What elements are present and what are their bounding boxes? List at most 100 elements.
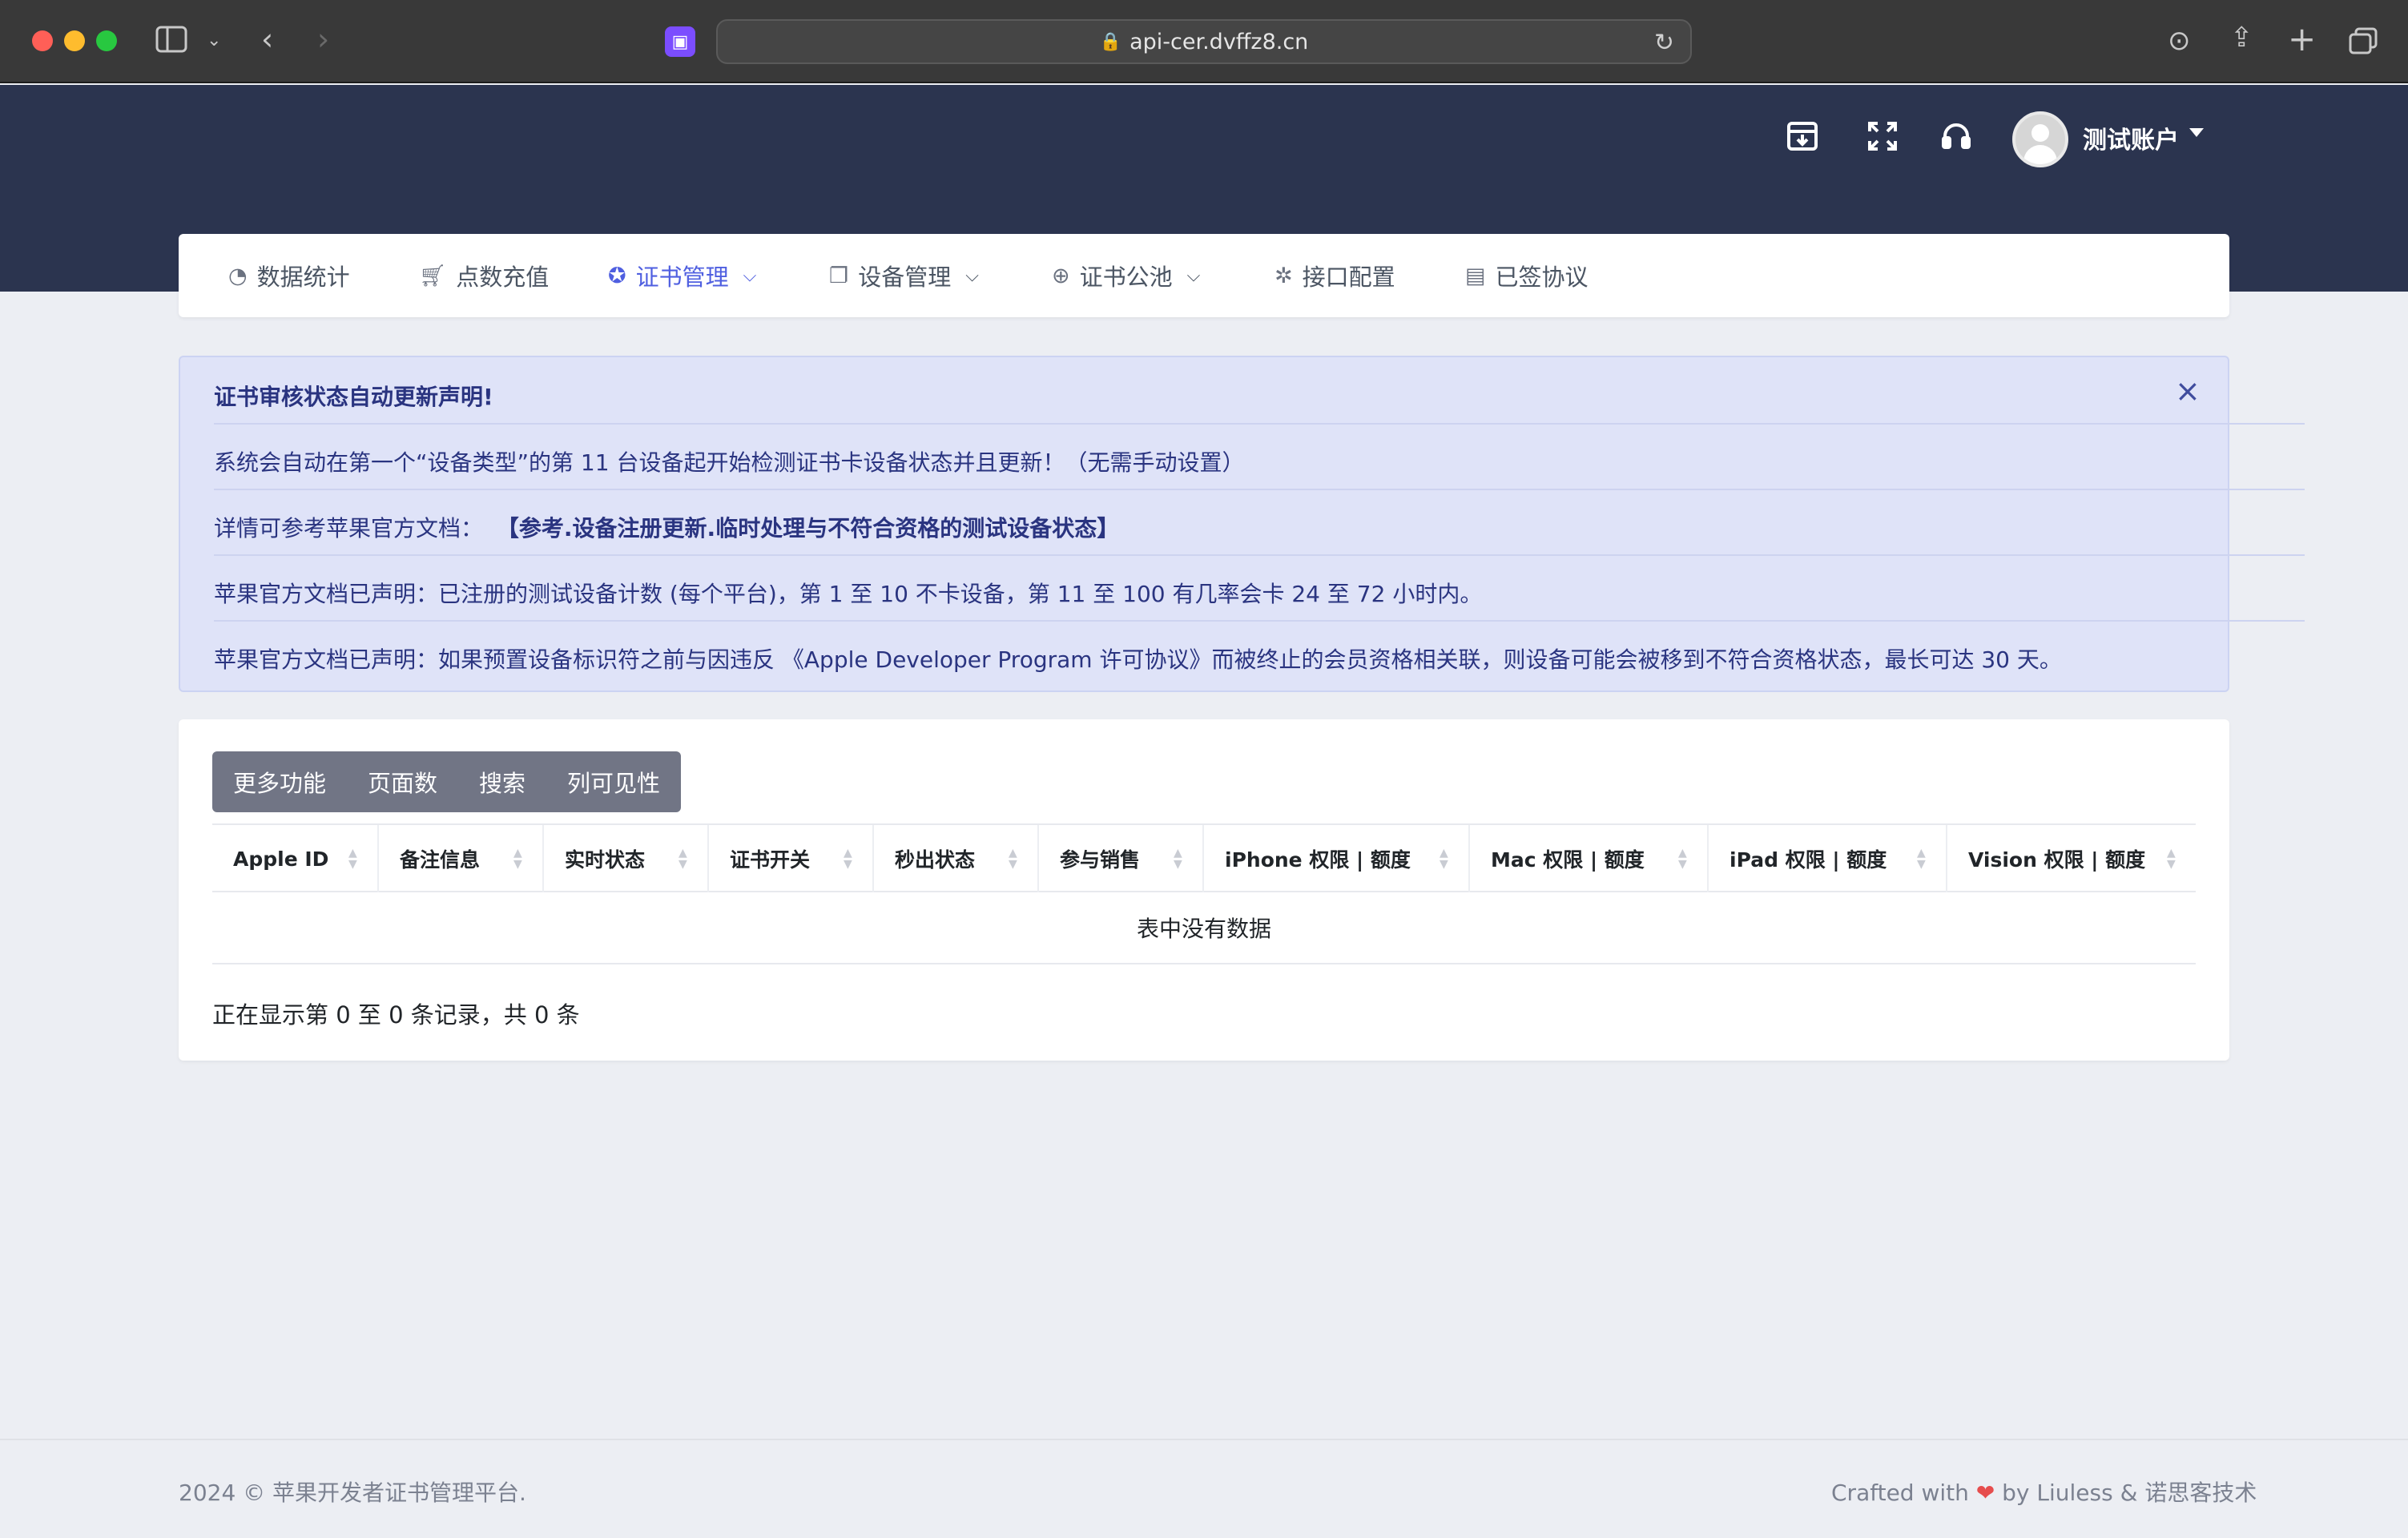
nav-item-label: 接口配置: [1302, 264, 1395, 291]
nav-item-agreements[interactable]: ▤ 已签协议: [1465, 234, 1589, 317]
cart-icon: 🛒︎: [419, 264, 447, 288]
sort-icon: ▲ ▼: [1917, 847, 1926, 871]
avatar[interactable]: [2012, 111, 2068, 167]
more-functions-button[interactable]: 更多功能: [212, 751, 347, 812]
nav-item-label: 设备管理: [858, 264, 952, 291]
username-label[interactable]: 测试账户: [2083, 120, 2179, 155]
close-icon[interactable]: ×: [2175, 373, 2201, 409]
apple-docs-link[interactable]: 【参考.设备注册更新.临时处理与不符合资格的测试设备状态】: [497, 515, 1119, 542]
column-header-instant-status[interactable]: 秒出状态 ▲ ▼: [874, 825, 1039, 892]
tabs-icon[interactable]: [2349, 27, 2378, 58]
page-length-button[interactable]: 页面数: [347, 751, 458, 812]
column-header-sales[interactable]: 参与销售 ▲ ▼: [1039, 825, 1204, 892]
footer-copyright: 2024 © 苹果开发者证书管理平台.: [179, 1480, 526, 1506]
nav-item-devices[interactable]: ❐ 设备管理 ⌵: [829, 234, 979, 317]
sidebar-icon[interactable]: [155, 26, 187, 58]
certificate-icon: ✪: [608, 263, 626, 288]
chevron-down-icon[interactable]: ⌄: [207, 32, 221, 50]
headset-icon[interactable]: [1940, 120, 1972, 158]
nav-item-label: 已签协议: [1495, 264, 1589, 291]
caret-down-icon[interactable]: [2189, 128, 2204, 137]
plus-circle-icon: ⊕: [1052, 263, 1070, 288]
column-header-cert-switch[interactable]: 证书开关 ▲ ▼: [709, 825, 874, 892]
column-label: Vision 权限 | 额度: [1968, 848, 2146, 872]
footer-divider: [0, 1439, 2408, 1440]
column-header-remark[interactable]: 备注信息 ▲ ▼: [379, 825, 544, 892]
column-header-live-status[interactable]: 实时状态 ▲ ▼: [544, 825, 709, 892]
sort-icon: ▲ ▼: [844, 847, 852, 871]
close-window-button[interactable]: [32, 30, 53, 51]
fullscreen-icon[interactable]: [1866, 120, 1899, 158]
alert-line: 详情可参考苹果官方文档： 【参考.设备注册更新.临时处理与不符合资格的测试设备状…: [214, 511, 1119, 543]
document-icon: ▤: [1465, 263, 1486, 288]
alert-line: 苹果官方文档已声明：已注册的测试设备计数 (每个平台)，第 1 至 10 不卡设…: [214, 581, 1483, 607]
divider: [214, 423, 2305, 425]
footer-credits: Crafted with ❤ by Liuless & 诺思客技术: [1831, 1476, 2257, 1508]
sort-icon: ▲ ▼: [1009, 847, 1017, 871]
empty-table-message: 表中没有数据: [212, 892, 2196, 964]
minimize-window-button[interactable]: [64, 30, 85, 51]
column-label: 实时状态: [565, 848, 646, 872]
nav-item-label: 证书公池: [1079, 264, 1173, 291]
notice-alert: 证书审核状态自动更新声明! 系统会自动在第一个“设备类型”的第 11 台设备起开…: [179, 356, 2305, 692]
nav-item-label: 数据统计: [256, 264, 350, 291]
search-button[interactable]: 搜索: [458, 751, 546, 812]
chart-pie-icon: ◔: [228, 263, 248, 288]
lock-icon: 🔒: [1099, 31, 1122, 52]
archive-icon[interactable]: [1786, 120, 1818, 158]
chevron-down-icon: ⌵: [965, 265, 979, 286]
nav-item-cert-pool[interactable]: ⊕ 证书公池 ⌵: [1052, 234, 1200, 317]
reload-icon[interactable]: ↻: [1654, 29, 1674, 57]
chevron-down-icon: ⌵: [1186, 265, 1201, 286]
nav-item-recharge[interactable]: 🛒︎ 点数充值: [419, 234, 549, 317]
nav-item-label: 证书管理: [635, 264, 729, 291]
table-header: Apple ID ▲ ▼ 备注信息 ▲ ▼ 实时状态 ▲ ▼ 证书开关 ▲ ▼ 秒出状态 ▲ ▼ 参…: [212, 823, 2196, 892]
divider: [214, 620, 2305, 622]
sort-icon: ▲ ▼: [1174, 847, 1182, 871]
divider: [214, 554, 2305, 556]
sort-icon: ▲ ▼: [2167, 847, 2176, 871]
puzzle-icon: ✲: [1274, 263, 1293, 288]
main-nav: ◔ 数据统计 🛒︎ 点数充值 ✪ 证书管理 ⌵ ❐ 设备管理 ⌵ ⊕ 证书公池 …: [179, 234, 2229, 317]
column-label: iPad 权限 | 额度: [1729, 848, 1887, 872]
alert-title: 证书审核状态自动更新声明!: [214, 384, 493, 410]
column-visibility-button[interactable]: 列可见性: [546, 751, 681, 812]
nav-item-label: 点数充值: [456, 264, 550, 291]
forward-icon[interactable]: ›: [317, 24, 329, 54]
url-text: 🔒 api-cer.dvffz8.cn: [718, 21, 1690, 62]
column-header-ipad[interactable]: iPad 权限 | 额度 ▲ ▼: [1709, 825, 1947, 892]
column-header-vision[interactable]: Vision 权限 | 额度 ▲ ▼: [1947, 825, 2196, 892]
footer-credits-suffix: by Liuless & 诺思客技术: [2002, 1480, 2257, 1506]
column-label: iPhone 权限 | 额度: [1225, 848, 1411, 872]
url-value: api-cer.dvffz8.cn: [1130, 29, 1309, 54]
extension-icon[interactable]: ▣: [665, 26, 695, 57]
column-header-apple-id[interactable]: Apple ID ▲ ▼: [212, 825, 379, 892]
column-label: 备注信息: [400, 848, 481, 872]
devices-icon: ❐: [829, 263, 849, 288]
share-icon[interactable]: ⇪: [2230, 24, 2253, 51]
sort-icon: ▲ ▼: [679, 847, 687, 871]
column-header-iphone[interactable]: iPhone 权限 | 额度 ▲ ▼: [1204, 825, 1470, 892]
divider: [214, 489, 2305, 490]
alert-line-prefix: 详情可参考苹果官方文档：: [214, 515, 484, 542]
nav-item-api-config[interactable]: ✲ 接口配置: [1274, 234, 1395, 317]
chevron-down-icon: ⌵: [743, 265, 757, 286]
table-button-group: 更多功能 页面数 搜索 列可见性: [212, 751, 682, 812]
column-label: 证书开关: [730, 848, 811, 872]
download-icon[interactable]: ⊙: [2168, 27, 2191, 54]
column-label: Mac 权限 | 额度: [1491, 848, 1645, 872]
zoom-window-button[interactable]: [96, 30, 117, 51]
column-header-mac[interactable]: Mac 权限 | 额度 ▲ ▼: [1470, 825, 1709, 892]
alert-line: 系统会自动在第一个“设备类型”的第 11 台设备起开始检测证书卡设备状态并且更新…: [214, 449, 1245, 476]
nav-item-stats[interactable]: ◔ 数据统计: [228, 234, 350, 317]
certificate-table-card: 更多功能 页面数 搜索 列可见性 Apple ID ▲ ▼ 备注信息 ▲ ▼ 实时状态 ▲…: [179, 719, 2229, 1061]
footer-credits-prefix: Crafted with: [1831, 1480, 1969, 1506]
alert-line: 苹果官方文档已声明：如果预置设备标识符之前与因违反 《Apple Develop…: [214, 646, 2062, 673]
column-label: Apple ID: [233, 847, 329, 871]
back-icon[interactable]: ‹: [261, 24, 273, 54]
address-bar[interactable]: 🔒 api-cer.dvffz8.cn ↻: [716, 19, 1692, 64]
table-info: 正在显示第 0 至 0 条记录，共 0 条: [212, 1001, 580, 1029]
browser-toolbar: ⌄ ‹ › ▣ 🔒 api-cer.dvffz8.cn ↻ ⊙ ⇪ +: [0, 0, 2408, 83]
plus-icon[interactable]: +: [2288, 22, 2316, 56]
nav-item-certificates[interactable]: ✪ 证书管理 ⌵: [608, 234, 756, 317]
